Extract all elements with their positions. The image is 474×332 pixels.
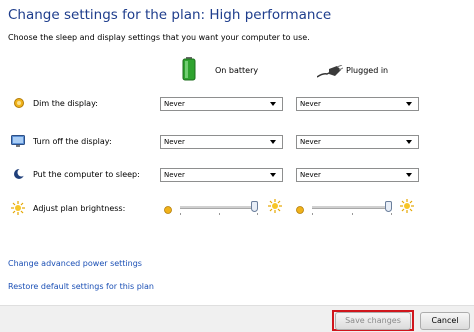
dim-display-plugged-select[interactable]: Never — [296, 97, 419, 111]
save-changes-button[interactable]: Save changes — [335, 312, 411, 330]
dim-display-battery-value: Never — [164, 100, 185, 108]
chevron-down-icon — [270, 140, 276, 144]
slider-track — [180, 206, 258, 209]
sleep-battery-select[interactable]: Never — [160, 168, 283, 182]
sleep-plugged-select[interactable]: Never — [296, 168, 419, 182]
cancel-button[interactable]: Cancel — [420, 312, 470, 330]
bright-sun-icon — [400, 198, 414, 213]
slider-tick — [391, 213, 392, 215]
slider-tick — [352, 213, 353, 215]
dim-display-label: Dim the display: — [33, 99, 98, 108]
battery-brightness-slider[interactable] — [180, 201, 258, 216]
chevron-down-icon — [406, 140, 412, 144]
restore-defaults-link[interactable]: Restore default settings for this plan — [8, 282, 154, 291]
dim-display-icon — [12, 96, 26, 110]
turn-off-display-battery-select[interactable]: Never — [160, 135, 283, 149]
dim-display-plugged-value: Never — [300, 100, 321, 108]
turn-off-display-plugged-select[interactable]: Never — [296, 135, 419, 149]
dim-sun-icon — [295, 200, 305, 214]
sleep-plugged-value: Never — [300, 171, 321, 179]
turn-off-display-label: Turn off the display: — [33, 137, 112, 146]
bright-sun-icon — [268, 198, 282, 213]
plug-icon — [316, 64, 344, 78]
slider-tick — [180, 213, 181, 215]
brightness-sun-icon — [11, 201, 25, 215]
slider-track — [312, 206, 392, 209]
slider-tick — [219, 213, 220, 215]
slider-tick — [312, 213, 313, 215]
chevron-down-icon — [270, 173, 276, 177]
battery-icon — [182, 57, 196, 81]
sleep-moon-icon — [12, 167, 26, 181]
chevron-down-icon — [270, 102, 276, 106]
page-subtitle: Choose the sleep and display settings th… — [8, 33, 310, 42]
advanced-settings-link[interactable]: Change advanced power settings — [8, 259, 142, 268]
plugged-brightness-slider[interactable] — [312, 201, 392, 216]
turn-off-display-battery-value: Never — [164, 138, 185, 146]
brightness-label: Adjust plan brightness: — [33, 204, 126, 213]
dim-display-battery-select[interactable]: Never — [160, 97, 283, 111]
chevron-down-icon — [406, 173, 412, 177]
slider-thumb[interactable] — [385, 201, 392, 212]
chevron-down-icon — [406, 102, 412, 106]
turn-off-display-plugged-value: Never — [300, 138, 321, 146]
page-title: Change settings for the plan: High perfo… — [8, 7, 332, 23]
sleep-label: Put the computer to sleep: — [33, 170, 140, 179]
column-plugged-in: Plugged in — [346, 66, 389, 75]
slider-tick — [257, 213, 258, 215]
column-on-battery: On battery — [215, 66, 259, 75]
sleep-battery-value: Never — [164, 171, 185, 179]
slider-thumb[interactable] — [251, 201, 258, 212]
monitor-icon — [11, 134, 25, 148]
dim-sun-icon — [163, 200, 173, 214]
